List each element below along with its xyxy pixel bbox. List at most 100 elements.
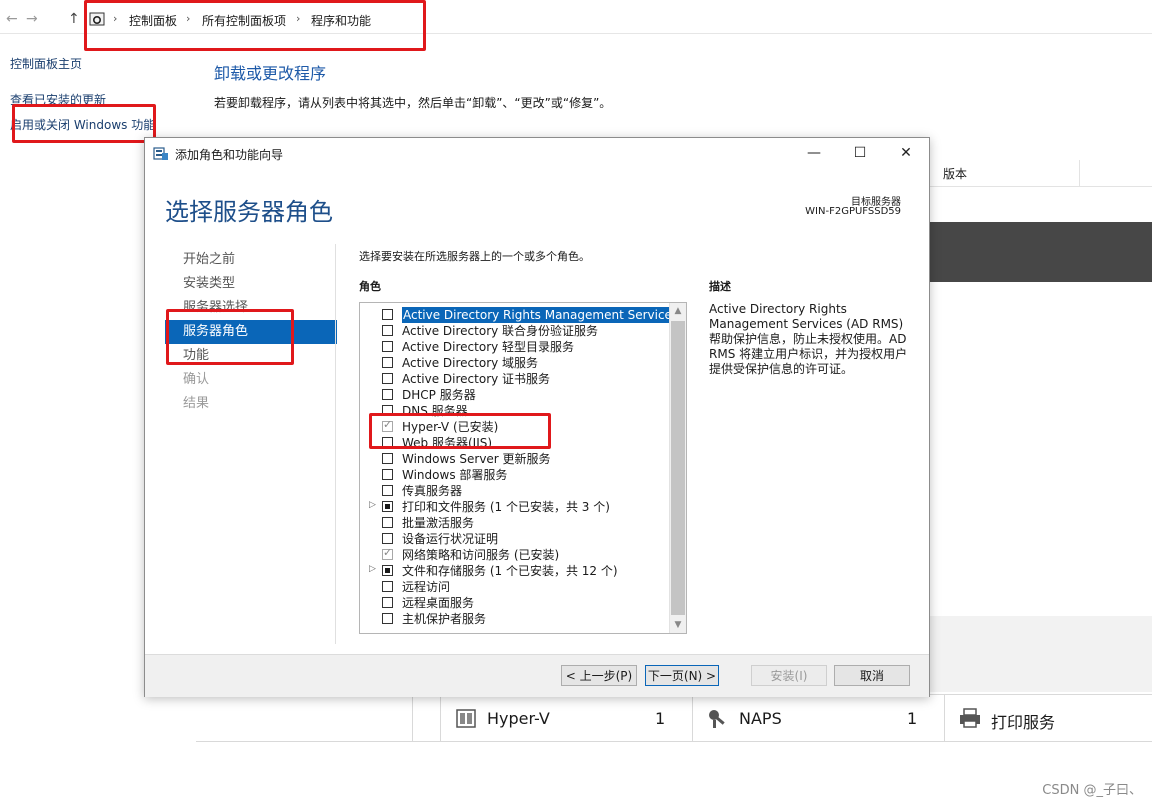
program-list-header: 版本 <box>929 160 1152 187</box>
role-checkbox[interactable] <box>382 613 393 624</box>
role-item[interactable]: ▷ 打印和文件服务 (1 个已安装，共 3 个) <box>360 499 666 515</box>
role-item[interactable]: Active Directory 轻型目录服务 <box>360 339 666 355</box>
column-version[interactable]: 版本 <box>943 165 967 182</box>
cancel-button[interactable]: 取消 <box>834 665 910 686</box>
role-label: Active Directory Rights Management Servi… <box>402 307 680 323</box>
expand-arrow-icon[interactable]: ▷ <box>369 564 376 574</box>
role-item[interactable]: 网络策略和访问服务 (已安装) <box>360 546 666 563</box>
scroll-down-icon[interactable]: ▼ <box>670 617 686 633</box>
role-label: 文件和存储服务 (1 个已安装，共 12 个) <box>402 564 618 578</box>
instruction-text: 选择要安装在所选服务器上的一个或多个角色。 <box>359 250 590 263</box>
minimize-button[interactable]: — <box>802 142 826 164</box>
step-results: 结果 <box>183 396 210 411</box>
role-item[interactable]: 主机保护者服务 <box>360 611 666 627</box>
role-label: 传真服务器 <box>402 484 463 498</box>
role-item[interactable]: 远程访问 <box>360 579 666 595</box>
role-checkbox[interactable] <box>382 546 393 560</box>
description-header: 描述 <box>709 280 731 293</box>
role-checkbox[interactable] <box>382 373 393 384</box>
tile-count: 1 <box>907 709 918 728</box>
server-tiles: Hyper-V 1 NAPS 1 打印服务 <box>196 694 1152 742</box>
wizard-heading: 选择服务器角色 <box>165 198 333 226</box>
role-item[interactable]: 批量激活服务 <box>360 515 666 531</box>
role-checkbox[interactable] <box>382 325 393 336</box>
role-checkbox[interactable] <box>382 485 393 496</box>
tile-divider <box>412 695 414 741</box>
role-checkbox[interactable] <box>382 517 393 528</box>
roles-header: 角色 <box>359 280 381 293</box>
roles-scrollbar[interactable]: ▲ ▼ <box>669 303 686 633</box>
role-item[interactable]: 远程桌面服务 <box>360 595 666 611</box>
role-description: Active Directory Rights Management Servi… <box>709 302 908 376</box>
steps-divider <box>335 244 336 644</box>
role-item[interactable]: 设备运行状况证明 <box>360 531 666 547</box>
role-item[interactable]: Active Directory 域服务 <box>360 355 666 371</box>
role-label: 设备运行状况证明 <box>402 532 499 546</box>
role-item[interactable]: Active Directory 证书服务 <box>360 371 666 387</box>
role-item[interactable]: Windows 部署服务 <box>360 467 666 483</box>
target-server-name: WIN-F2GPUFSSD59 <box>805 206 901 217</box>
annotation-box-hyper-v <box>369 413 551 449</box>
watermark: CSDN @_子曰、 <box>1042 783 1142 798</box>
role-checkbox[interactable] <box>382 341 393 352</box>
page-title: 卸载或更改程序 <box>214 64 327 83</box>
previous-button[interactable]: < 上一步(P) <box>561 665 637 686</box>
tile-hyper-v[interactable]: Hyper-V 1 <box>440 695 675 741</box>
role-checkbox[interactable] <box>382 501 393 512</box>
role-label: 打印和文件服务 (1 个已安装，共 3 个) <box>402 500 610 514</box>
tile-print-services[interactable]: 打印服务 <box>944 695 1152 741</box>
role-checkbox[interactable] <box>382 581 393 592</box>
forward-button[interactable]: → <box>26 11 38 27</box>
dialog-title: 添加角色和功能向导 <box>175 148 284 162</box>
role-checkbox[interactable] <box>382 453 393 464</box>
role-checkbox[interactable] <box>382 533 393 544</box>
role-checkbox[interactable] <box>382 389 393 400</box>
role-label: Active Directory 证书服务 <box>402 372 551 386</box>
role-label: 网络策略和访问服务 (已安装) <box>402 548 560 562</box>
role-item[interactable]: Active Directory Rights Management Servi… <box>360 307 680 323</box>
role-label: Windows Server 更新服务 <box>402 452 551 466</box>
role-checkbox[interactable] <box>382 357 393 368</box>
role-label: Active Directory 联合身份验证服务 <box>402 324 599 338</box>
role-label: 远程桌面服务 <box>402 596 475 610</box>
close-button[interactable]: ✕ <box>894 142 918 164</box>
tile-count: 1 <box>655 709 666 728</box>
next-button[interactable]: 下一页(N) > <box>645 665 719 686</box>
step-installation-type[interactable]: 安装类型 <box>165 272 337 296</box>
role-checkbox[interactable] <box>382 469 393 480</box>
printer-icon <box>960 708 980 728</box>
role-checkbox[interactable] <box>382 597 393 608</box>
role-label: 远程访问 <box>402 580 451 594</box>
back-button[interactable]: ← <box>6 11 18 27</box>
annotation-box-breadcrumb <box>84 0 426 51</box>
role-label: 主机保护者服务 <box>402 612 487 626</box>
tile-name: Hyper-V <box>487 709 550 728</box>
role-item[interactable]: DHCP 服务器 <box>360 387 666 403</box>
role-item[interactable]: ▷ 文件和存储服务 (1 个已安装，共 12 个) <box>360 563 666 579</box>
scroll-up-icon[interactable]: ▲ <box>670 303 686 319</box>
role-item[interactable]: Windows Server 更新服务 <box>360 451 666 467</box>
step-confirmation: 确认 <box>183 372 210 387</box>
role-label: DHCP 服务器 <box>402 388 476 402</box>
role-item[interactable]: Active Directory 联合身份验证服务 <box>360 323 666 339</box>
add-roles-wizard-dialog: 添加角色和功能向导 — ☐ ✕ 选择服务器角色 目标服务器 WIN-F2GPUF… <box>144 137 930 697</box>
gray-panel <box>929 616 1152 692</box>
step-before-you-begin[interactable]: 开始之前 <box>165 248 337 272</box>
role-item[interactable]: 传真服务器 <box>360 483 666 499</box>
role-checkbox[interactable] <box>382 565 393 576</box>
tile-name: 打印服务 <box>991 713 1056 732</box>
role-label: Active Directory 域服务 <box>402 356 539 370</box>
hyper-v-icon <box>456 709 476 728</box>
up-button[interactable]: ↑ <box>68 11 80 27</box>
roles-list[interactable]: Active Directory Rights Management Servi… <box>359 302 687 634</box>
role-label: 批量激活服务 <box>402 516 475 530</box>
tile-name: NAPS <box>739 709 782 728</box>
link-control-panel-home[interactable]: 控制面板主页 <box>10 55 82 72</box>
expand-arrow-icon[interactable]: ▷ <box>369 500 376 510</box>
annotation-box-server-roles <box>166 309 294 365</box>
scroll-thumb[interactable] <box>671 321 685 615</box>
role-checkbox[interactable] <box>382 309 393 320</box>
tile-naps[interactable]: NAPS 1 <box>692 695 927 741</box>
maximize-button[interactable]: ☐ <box>848 142 872 164</box>
naps-icon <box>709 710 725 728</box>
